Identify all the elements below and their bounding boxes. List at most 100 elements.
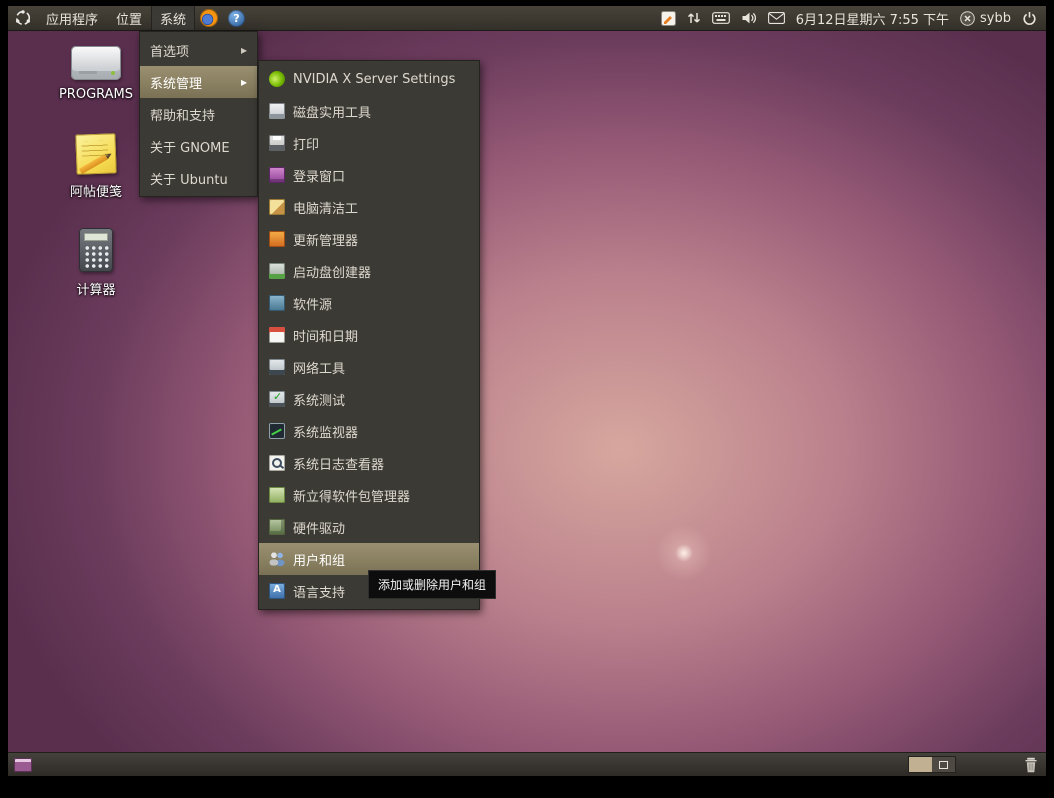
menu-item-startup-disk-creator[interactable]: 启动盘创建器 <box>259 255 479 287</box>
trash-applet[interactable] <box>1024 757 1038 773</box>
language-support-icon <box>269 583 285 599</box>
bottom-panel <box>8 752 1046 776</box>
menu-item-nvidia-settings[interactable]: NVIDIA X Server Settings <box>259 63 479 95</box>
menu-item-printing[interactable]: 打印 <box>259 127 479 159</box>
menu-item-network-tools[interactable]: 网络工具 <box>259 351 479 383</box>
menu-item-system-testing[interactable]: 系统测试 <box>259 383 479 415</box>
workspace-2[interactable] <box>932 757 955 772</box>
synaptic-icon <box>269 487 285 503</box>
software-sources-icon <box>269 295 285 311</box>
notes-indicator-icon[interactable] <box>660 10 676 26</box>
workspace-switcher <box>908 756 956 773</box>
user-status-icon <box>960 10 975 26</box>
desktop-icon-label: PROGRAMS <box>58 87 134 102</box>
menu-item-label: 系统管理 <box>150 76 203 92</box>
menu-item-label: 电脑清洁工 <box>293 201 359 217</box>
nvidia-icon <box>269 71 285 87</box>
desktop-icon-calculator[interactable]: 计算器 <box>44 228 148 298</box>
menu-item-system-monitor[interactable]: 系统监视器 <box>259 415 479 447</box>
panel-right-group: 6月12日星期六 7:55 下午 sybb <box>660 6 1046 30</box>
menu-item-label: 硬件驱动 <box>293 521 346 537</box>
menu-applications[interactable]: 应用程序 <box>37 6 107 30</box>
menu-item-label: NVIDIA X Server Settings <box>293 71 456 87</box>
clock[interactable]: 6月12日星期六 7:55 下午 <box>796 9 949 28</box>
menu-item-label: 打印 <box>293 137 320 153</box>
menu-item-label: 时间和日期 <box>293 329 359 345</box>
submenu-arrow-icon <box>241 43 247 58</box>
hardware-drivers-icon <box>269 519 285 535</box>
help-launcher[interactable] <box>223 6 250 30</box>
desktop-icon-programs[interactable]: PROGRAMS <box>44 46 148 102</box>
menu-item-label: 语言支持 <box>293 585 346 601</box>
username: sybb <box>980 10 1011 26</box>
menu-system[interactable]: 系统 <box>151 6 196 30</box>
menu-item-label: 新立得软件包管理器 <box>293 489 411 505</box>
menu-places[interactable]: 位置 <box>107 6 151 30</box>
power-icon <box>1023 11 1036 25</box>
system-menu-dropdown: 首选项 系统管理 帮助和支持 关于 GNOME 关于 Ubuntu <box>139 31 258 197</box>
menu-item-label: 登录窗口 <box>293 169 346 185</box>
panel-left-group: 应用程序 位置 系统 <box>8 6 250 30</box>
firefox-launcher[interactable] <box>195 6 223 30</box>
menu-item-log-viewer[interactable]: 系统日志查看器 <box>259 447 479 479</box>
desktop-frame: 应用程序 位置 系统 ? 6月12日星期六 7:55 下午 sybb PROGR… <box>8 6 1046 776</box>
menu-item-computer-janitor[interactable]: 电脑清洁工 <box>259 191 479 223</box>
network-tools-icon <box>269 359 285 375</box>
administration-submenu: NVIDIA X Server Settings 磁盘实用工具 打印 登录窗口 … <box>258 60 480 610</box>
desktop-icon-notes[interactable]: 阿帖便笺 <box>44 133 148 200</box>
menu-places-label: 位置 <box>116 12 143 28</box>
menu-item-preferences[interactable]: 首选项 <box>140 34 257 66</box>
menu-item-update-manager[interactable]: 更新管理器 <box>259 223 479 255</box>
menu-item-label: 系统监视器 <box>293 425 359 441</box>
menu-item-label: 软件源 <box>293 297 333 313</box>
menu-item-administration[interactable]: 系统管理 <box>140 66 257 98</box>
menu-item-label: 关于 GNOME <box>150 140 230 156</box>
menu-item-label: 更新管理器 <box>293 233 359 249</box>
trash-icon <box>1025 757 1037 772</box>
login-window-icon <box>269 167 285 183</box>
menu-item-software-sources[interactable]: 软件源 <box>259 287 479 319</box>
calculator-icon <box>79 228 113 272</box>
startup-disk-creator-icon <box>269 263 285 279</box>
menu-item-label: 系统测试 <box>293 393 346 409</box>
network-arrows-icon[interactable] <box>687 11 701 25</box>
sticky-note-icon <box>75 133 117 175</box>
menu-item-login-window[interactable]: 登录窗口 <box>259 159 479 191</box>
volume-icon[interactable] <box>741 11 757 25</box>
menu-item-help-support[interactable]: 帮助和支持 <box>140 98 257 130</box>
submenu-arrow-icon <box>241 75 247 90</box>
firefox-icon <box>200 9 219 27</box>
tooltip: 添加或删除用户和组 <box>368 570 497 599</box>
user-menu[interactable]: sybb <box>960 11 1011 26</box>
menu-item-label: 关于 Ubuntu <box>150 172 228 188</box>
menu-item-about-ubuntu[interactable]: 关于 Ubuntu <box>140 162 257 194</box>
menu-item-about-gnome[interactable]: 关于 GNOME <box>140 130 257 162</box>
menu-item-synaptic[interactable]: 新立得软件包管理器 <box>259 479 479 511</box>
menu-item-label: 磁盘实用工具 <box>293 105 372 121</box>
desktop-icon-label: 阿帖便笺 <box>69 185 122 200</box>
help-icon <box>228 9 246 27</box>
panel-bottom-right-group <box>908 756 1046 773</box>
menu-item-label: 帮助和支持 <box>150 108 216 124</box>
menu-item-label: 网络工具 <box>293 361 346 377</box>
workspace-window-outline <box>939 760 948 769</box>
menu-item-time-date[interactable]: 时间和日期 <box>259 319 479 351</box>
desktop-icon-label: 计算器 <box>76 283 116 298</box>
pencil-icon <box>78 154 108 175</box>
menu-applications-label: 应用程序 <box>46 12 99 28</box>
printer-icon <box>269 135 285 151</box>
top-panel: 应用程序 位置 系统 ? 6月12日星期六 7:55 下午 sybb <box>8 6 1046 31</box>
distro-logo-icon[interactable] <box>8 6 37 30</box>
menu-item-label: 首选项 <box>150 44 190 60</box>
menu-item-label: 启动盘创建器 <box>293 265 372 281</box>
power-button[interactable] <box>1022 11 1037 26</box>
menu-item-disk-utility[interactable]: 磁盘实用工具 <box>259 95 479 127</box>
log-viewer-icon <box>269 455 285 471</box>
time-date-icon <box>269 327 285 343</box>
mail-indicator-icon[interactable] <box>767 12 785 24</box>
keyboard-indicator-icon[interactable] <box>711 12 730 24</box>
menu-item-label: 系统日志查看器 <box>293 457 385 473</box>
workspace-1[interactable] <box>909 757 932 772</box>
menu-item-hardware-drivers[interactable]: 硬件驱动 <box>259 511 479 543</box>
show-desktop-button[interactable] <box>14 757 32 772</box>
